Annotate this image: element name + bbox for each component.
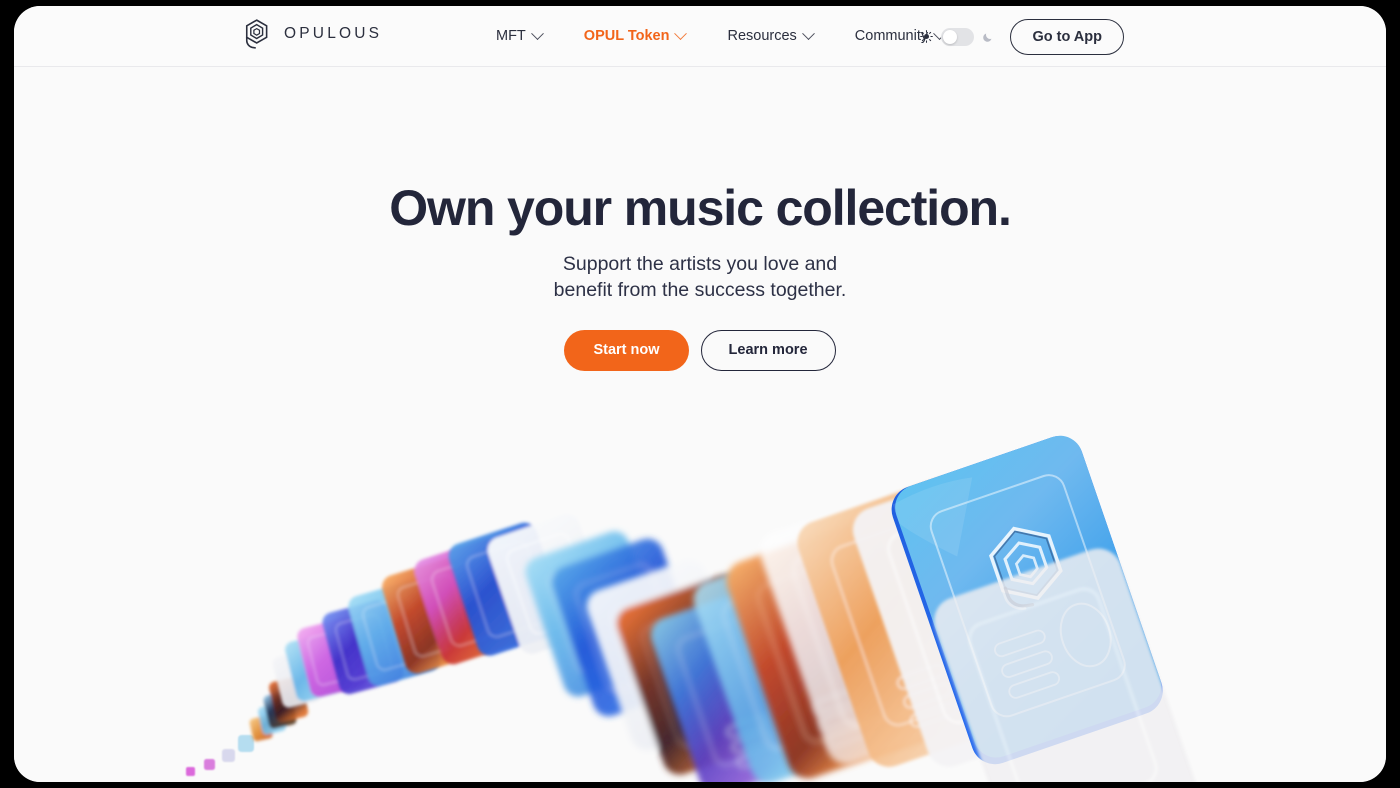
nav-item-opul-token[interactable]: OPUL Token (583, 27, 688, 45)
page-title: Own your music collection. (389, 180, 1012, 236)
nav-item-label: MFT (496, 28, 526, 45)
page-frame: OPULOUS MFT OPUL Token Resources Communi… (14, 6, 1386, 782)
chevron-down-icon (530, 27, 544, 41)
main-navigation: MFT OPUL Token Resources Community (496, 6, 946, 67)
moon-icon (983, 33, 992, 42)
nav-item-label: OPUL Token (583, 28, 670, 45)
nav-item-mft[interactable]: MFT (496, 27, 544, 45)
site-header: OPULOUS MFT OPUL Token Resources Communi… (14, 6, 1386, 67)
learn-more-button[interactable]: Learn more (700, 330, 836, 372)
chevron-down-icon (801, 27, 815, 41)
hero-section: Own your music collection. Support the a… (14, 67, 1386, 782)
brand-logo[interactable]: OPULOUS (243, 18, 382, 50)
hero-cta-row: Start now Learn more (14, 330, 1386, 372)
start-now-button[interactable]: Start now (564, 330, 689, 372)
go-to-app-button[interactable]: Go to App (1010, 18, 1124, 55)
sun-icon (920, 30, 934, 43)
theme-switch-knob (943, 29, 958, 44)
theme-toggle[interactable] (920, 27, 994, 46)
chevron-down-icon (674, 27, 688, 41)
hero-subheadline-line1: Support the artists you love and (562, 253, 838, 275)
hexagon-logo-icon (245, 19, 268, 49)
theme-switch[interactable] (941, 27, 975, 46)
nav-item-label: Community (854, 28, 929, 45)
nav-item-label: Resources (727, 28, 797, 45)
header-actions: Go to App (920, 6, 1124, 67)
hero-subheadline: Support the artists you love and benefit… (14, 252, 1386, 303)
screen: OPULOUS MFT OPUL Token Resources Communi… (0, 0, 1400, 788)
nav-item-resources[interactable]: Resources (727, 27, 815, 45)
brand-name: OPULOUS (284, 25, 383, 42)
hero-subheadline-line2: benefit from the success together. (553, 278, 847, 301)
hero-copy: Own your music collection. Support the a… (14, 67, 1386, 372)
